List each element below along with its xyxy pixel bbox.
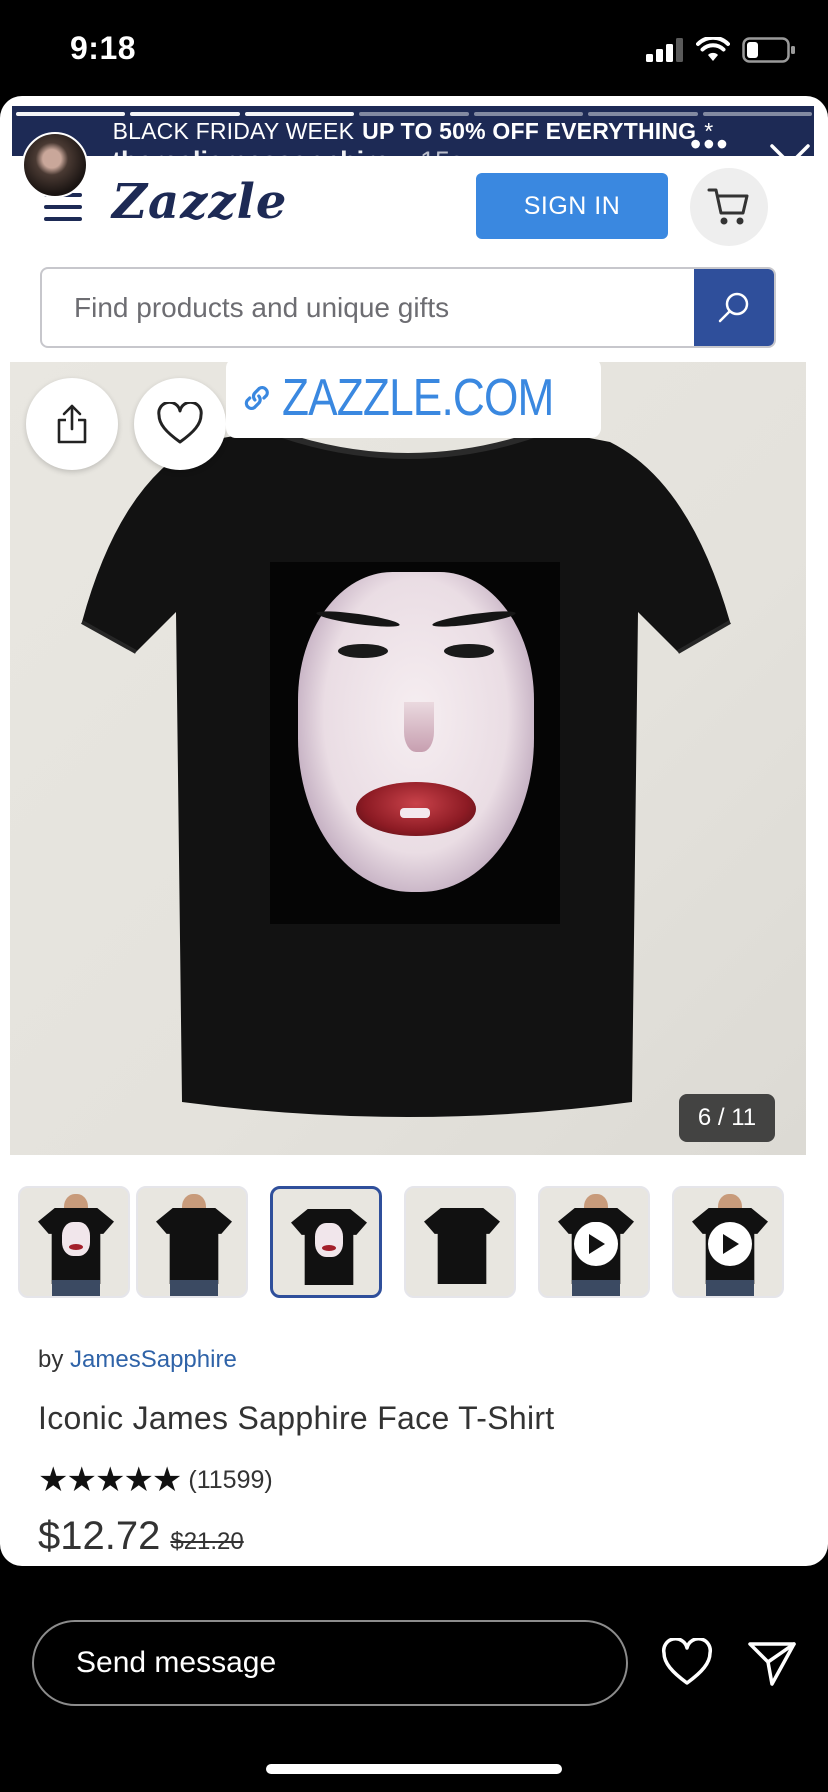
thumbnail-model-back[interactable] bbox=[136, 1186, 248, 1298]
product-image[interactable]: 6 / 11 bbox=[10, 362, 806, 1155]
play-icon bbox=[708, 1222, 752, 1266]
story-progress-segment bbox=[473, 112, 584, 116]
send-message-box bbox=[32, 1620, 628, 1706]
status-time: 9:18 bbox=[70, 30, 137, 66]
more-options-icon[interactable]: ••• bbox=[690, 126, 730, 163]
home-indicator[interactable] bbox=[266, 1764, 562, 1774]
status-icons bbox=[646, 36, 796, 64]
battery-icon bbox=[742, 37, 795, 63]
story-progress-segment bbox=[359, 112, 469, 116]
like-story-heart-icon[interactable] bbox=[660, 1638, 714, 1688]
story-card: BLACK FRIDAY WEEK UP TO 50% OFF EVERYTHI… bbox=[0, 96, 828, 1566]
share-icon bbox=[57, 404, 87, 444]
play-icon bbox=[574, 1222, 618, 1266]
link-sticker-text: ZAZZLE.COM bbox=[281, 369, 554, 427]
designer-link[interactable]: JamesSapphire bbox=[70, 1346, 237, 1373]
story-header: therealjamessapphire 15s ••• bbox=[22, 126, 812, 202]
status-bar: 9:18 bbox=[0, 0, 828, 96]
search-icon bbox=[718, 292, 749, 322]
story-progress-segment bbox=[16, 112, 126, 116]
avatar[interactable] bbox=[22, 132, 88, 198]
thumbnail-model-front[interactable] bbox=[18, 1186, 130, 1298]
story-username[interactable]: therealjamessapphire bbox=[112, 146, 390, 177]
story-progress-segment bbox=[588, 112, 698, 116]
thumbnail-model-back[interactable] bbox=[672, 1186, 784, 1298]
face-print bbox=[270, 562, 560, 924]
search-input[interactable] bbox=[42, 269, 696, 346]
send-message-input[interactable] bbox=[34, 1622, 626, 1704]
wifi-icon bbox=[696, 37, 730, 61]
favorite-button[interactable] bbox=[134, 378, 226, 470]
story-progress-segment bbox=[130, 112, 240, 116]
thumbnail-shirt-back[interactable] bbox=[404, 1186, 516, 1298]
story-progress-segment bbox=[702, 112, 812, 116]
sale-price: $12.72 bbox=[38, 1514, 161, 1558]
search-button[interactable] bbox=[694, 269, 774, 346]
story-progress bbox=[16, 112, 812, 116]
share-button[interactable] bbox=[26, 378, 118, 470]
send-paper-plane-icon[interactable] bbox=[746, 1638, 798, 1688]
close-icon[interactable] bbox=[768, 142, 812, 186]
link-sticker[interactable]: ZAZZLE.COM bbox=[226, 358, 601, 438]
search-bar bbox=[40, 267, 776, 348]
story-time-ago: 15s bbox=[420, 146, 464, 176]
thumbnail-model-front[interactable] bbox=[538, 1186, 650, 1298]
by-prefix: by bbox=[38, 1346, 64, 1373]
cellular-signal-icon bbox=[646, 38, 683, 62]
thumbnail-shirt-front[interactable] bbox=[270, 1186, 382, 1298]
review-count[interactable]: (11599) bbox=[188, 1466, 272, 1495]
rating-row[interactable]: ★★★★★ (11599) bbox=[38, 1460, 273, 1500]
image-counter: 6 / 11 bbox=[679, 1094, 775, 1142]
original-price: $21.20 bbox=[170, 1528, 244, 1555]
price-row: $12.72 $21.20 bbox=[38, 1514, 244, 1559]
product-title: Iconic James Sapphire Face T-Shirt bbox=[38, 1400, 555, 1436]
star-rating: ★★★★★ bbox=[38, 1461, 182, 1499]
heart-outline-icon bbox=[157, 402, 203, 444]
designer-line: by JamesSapphire bbox=[38, 1346, 237, 1374]
story-progress-segment bbox=[244, 112, 355, 116]
thumbnail-strip bbox=[18, 1186, 808, 1300]
face-graphic bbox=[298, 572, 534, 892]
link-icon bbox=[244, 385, 269, 411]
